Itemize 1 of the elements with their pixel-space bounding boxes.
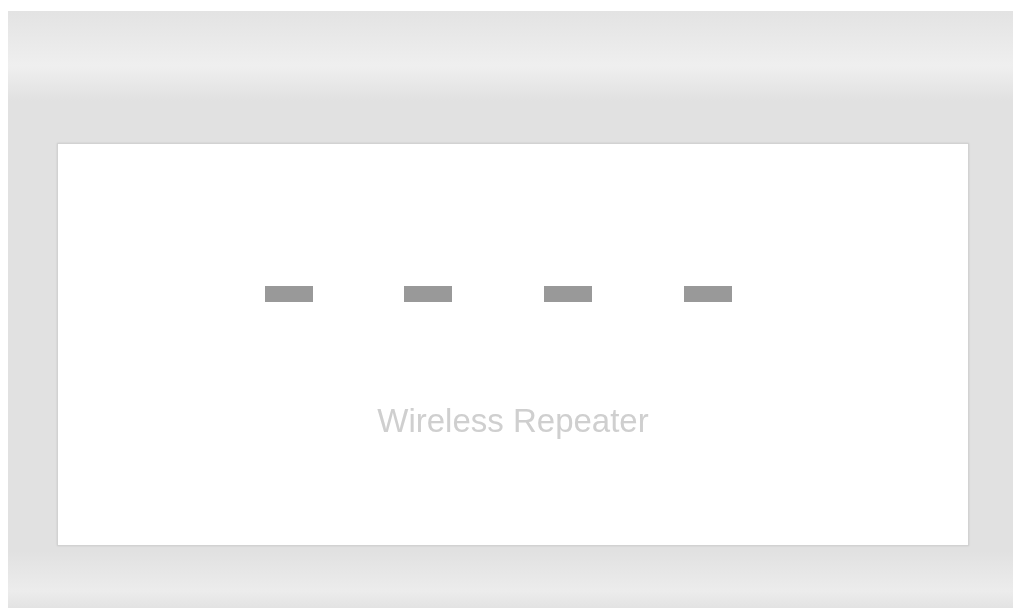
dashes-indicator-icon — [264, 286, 732, 302]
